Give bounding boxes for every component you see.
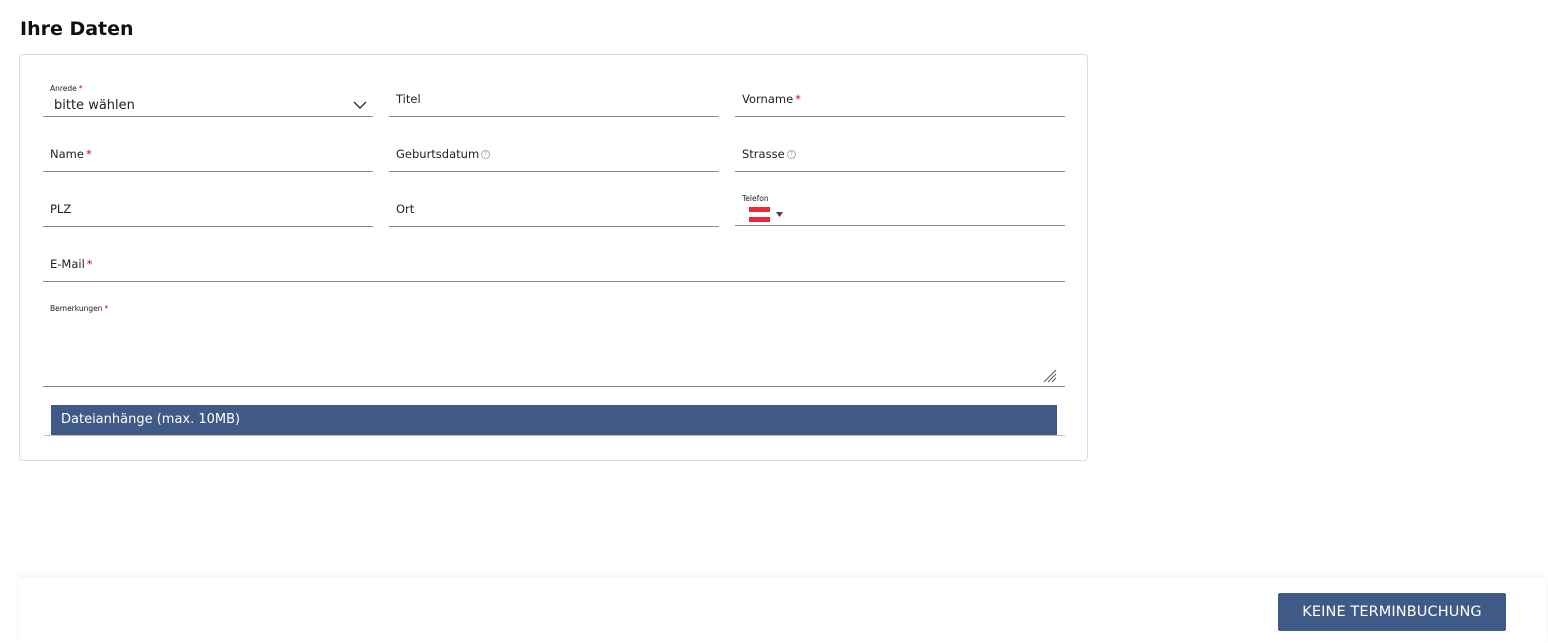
anrede-value: bitte wählen xyxy=(54,98,135,113)
personal-data-card: Anrede * bitte wählen Titel Vorname * Name… xyxy=(19,54,1088,461)
ort-label: Ort xyxy=(396,202,415,216)
telefon-field[interactable]: Telefon xyxy=(735,192,1065,226)
help-icon[interactable]: ? xyxy=(481,150,491,159)
plz-label: PLZ xyxy=(50,202,72,216)
vorname-label: Vorname * xyxy=(742,92,801,106)
page-title: Ihre Daten xyxy=(20,18,134,40)
caret-down-icon[interactable] xyxy=(776,212,783,217)
strasse-label: Strasse? xyxy=(742,147,796,161)
strasse-field[interactable]: Strasse? xyxy=(735,137,1065,172)
ort-field[interactable]: Ort xyxy=(389,192,719,227)
geburtsdatum-label: Geburtsdatum? xyxy=(396,147,491,161)
geburtsdatum-field[interactable]: Geburtsdatum? xyxy=(389,137,719,172)
telefon-label: Telefon xyxy=(742,194,769,203)
resize-handle-icon[interactable] xyxy=(1043,369,1057,383)
austria-flag-icon[interactable] xyxy=(749,207,770,222)
bemerkungen-textarea[interactable]: Bemerkungen * xyxy=(43,302,1065,387)
anrede-label: Anrede * xyxy=(50,84,83,93)
email-label: E-Mail * xyxy=(50,257,93,271)
email-field[interactable]: E-Mail * xyxy=(43,247,1065,282)
vorname-field[interactable]: Vorname * xyxy=(735,82,1065,117)
divider xyxy=(44,435,1065,436)
keine-terminbuchung-button[interactable]: KEINE TERMINBUCHUNG xyxy=(1278,593,1506,631)
help-icon[interactable]: ? xyxy=(786,150,796,159)
anrede-select[interactable]: Anrede * bitte wählen xyxy=(43,82,373,117)
titel-field[interactable]: Titel xyxy=(389,82,719,117)
chevron-down-icon xyxy=(353,101,367,109)
titel-label: Titel xyxy=(396,92,421,106)
bemerkungen-label: Bemerkungen * xyxy=(50,304,109,313)
plz-field[interactable]: PLZ xyxy=(43,192,373,227)
name-field[interactable]: Name * xyxy=(43,137,373,172)
attachments-bar[interactable]: Dateianhänge (max. 10MB) xyxy=(51,405,1057,435)
name-label: Name * xyxy=(50,147,92,161)
